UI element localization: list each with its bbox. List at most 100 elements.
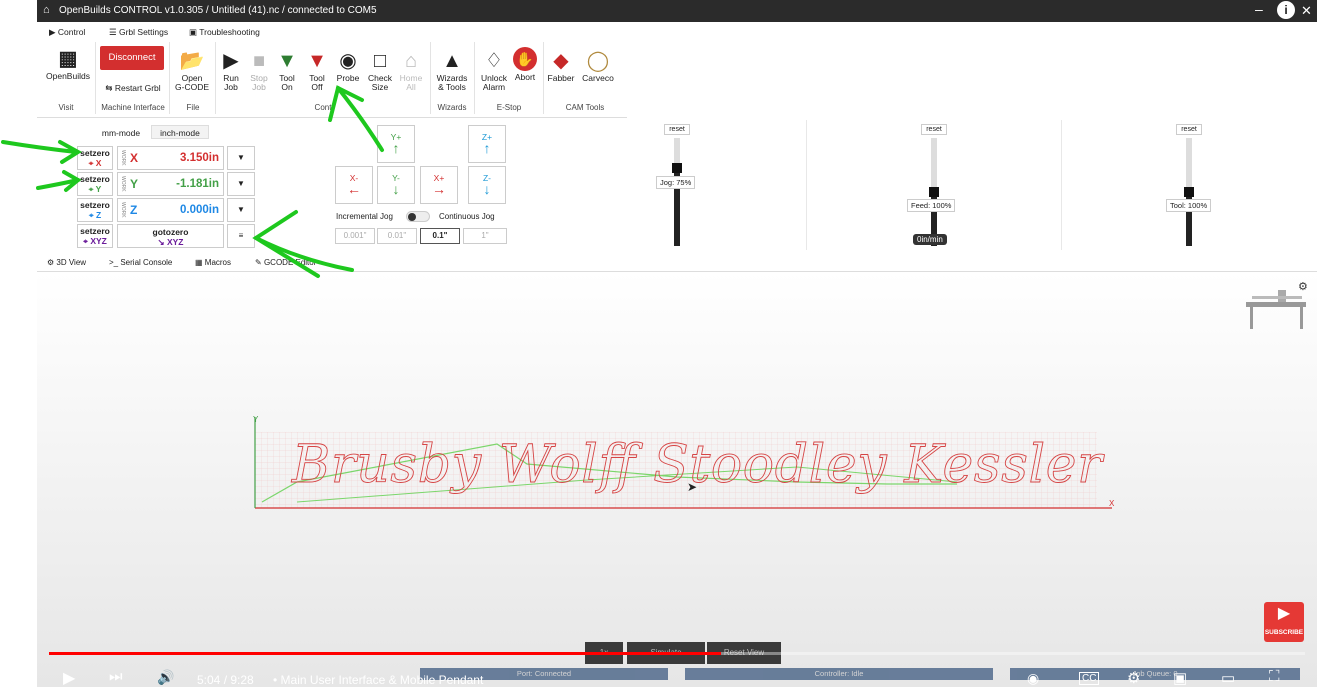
volume-icon[interactable]: 🔊: [157, 669, 174, 686]
theater-mode-button[interactable]: ▭: [1221, 669, 1235, 687]
subscribe-button[interactable]: ▶ SUBSCRIBE: [1264, 602, 1304, 642]
tool-reset-button[interactable]: reset: [1176, 124, 1202, 135]
feed-reset-button[interactable]: reset: [921, 124, 947, 135]
run-job-button[interactable]: ▶ Run Job: [219, 50, 243, 92]
inch-mode-tab[interactable]: inch-mode: [151, 125, 209, 139]
stop-hand-icon: ✋: [513, 47, 537, 71]
arrow-left-icon: ←: [347, 181, 361, 197]
tab-3d-view[interactable]: ⚙ 3D View: [47, 258, 86, 267]
view-tabs: ⚙ 3D View >_ Serial Console ▦ Macros ✎ G…: [37, 255, 1317, 272]
tool-off-button[interactable]: ▼ Tool Off: [305, 50, 329, 92]
play-triangle-icon: ▶: [1277, 605, 1291, 622]
feed-slider-thumb[interactable]: [929, 187, 939, 197]
wizards-tools-button[interactable]: ▲ Wizards & Tools: [434, 50, 470, 92]
setzero-y-label: setzero: [80, 174, 110, 184]
z-dropdown-button[interactable]: ▼: [227, 198, 255, 222]
axis-x-value: 3.150in: [180, 152, 219, 164]
tab-control-label: Control: [57, 27, 86, 37]
y-dropdown-button[interactable]: ▼: [227, 172, 255, 196]
setzero-z-label: setzero: [80, 200, 110, 210]
settings-gear-icon[interactable]: ⚙: [1127, 669, 1140, 687]
layers-button[interactable]: ≡: [227, 224, 255, 248]
toggle-knob: [408, 213, 416, 221]
main-tabs: ▶ Control ☰ Grbl Settings ▣ Troubleshoot…: [37, 24, 1317, 42]
disconnect-button[interactable]: Disconnect: [100, 46, 164, 70]
openbuilds-button[interactable]: ▦ OpenBuilds: [45, 48, 91, 81]
tool-slider-thumb[interactable]: [1184, 187, 1194, 197]
openbuilds-label: OpenBuilds: [46, 71, 90, 81]
step-0001-button[interactable]: 0.001": [335, 228, 375, 244]
restart-grbl-button[interactable]: ⇆ Restart Grbl: [101, 84, 165, 93]
jog-z-plus-button[interactable]: Z+ ↑: [468, 125, 506, 163]
svg-text:⚙: ⚙: [1298, 281, 1308, 293]
dro-x-row: WORK X 3.150in: [117, 146, 224, 170]
fullscreen-button[interactable]: ⛶: [1269, 668, 1280, 685]
setzero-xyz-button[interactable]: setzero ⌖ XYZ: [77, 224, 113, 248]
carveco-button[interactable]: ◯ Carveco: [581, 50, 615, 83]
carveco-label: Carveco: [582, 73, 614, 83]
jog-slider-thumb[interactable]: [672, 163, 682, 173]
tool-on-button[interactable]: ▼ Tool On: [275, 50, 299, 92]
jog-y-minus-button[interactable]: Y- ↓: [377, 166, 415, 204]
setzero-y-button[interactable]: setzero ⌖ Y: [77, 172, 113, 196]
3d-viewport[interactable]: ⚙ Y X Brusby Wolff Stoodley Kessler ➤ ▶ …: [37, 272, 1317, 687]
gotozero-label: gotozero: [152, 227, 189, 237]
check-size-button[interactable]: □ Check Size: [365, 50, 395, 92]
jog-x-minus-button[interactable]: X- ←: [335, 166, 373, 204]
tab-troubleshooting[interactable]: ▣ Troubleshooting: [189, 27, 260, 38]
tab-gcode-editor[interactable]: ✎ GCODE Editor: [255, 258, 316, 267]
probe-button[interactable]: ◉ Probe: [335, 50, 361, 83]
stop-job-button[interactable]: ■ Stop Job: [247, 50, 271, 92]
ribbon-toolbar: ▦ OpenBuilds Disconnect ⇆ Restart Grbl 📂…: [37, 42, 627, 118]
x-dropdown-button[interactable]: ▼: [227, 146, 255, 170]
jog-reset-button[interactable]: reset: [664, 124, 690, 135]
tab-trouble-label: Troubleshooting: [199, 27, 260, 37]
jog-z-minus-button[interactable]: Z- ↓: [468, 166, 506, 204]
unlock-label-2: Alarm: [482, 82, 506, 92]
wizards-label-2: & Tools: [438, 82, 466, 92]
abort-button[interactable]: ✋ Abort: [511, 47, 539, 82]
y-axis-label: Y: [253, 415, 259, 424]
tab-serial-console[interactable]: >_ Serial Console: [109, 258, 172, 267]
home-all-button[interactable]: ⌂ Home All: [397, 50, 425, 92]
tooloff-label-2: Off: [311, 82, 323, 92]
autoplay-toggle[interactable]: ◉: [1027, 670, 1039, 687]
feed-override-slider[interactable]: [929, 138, 939, 246]
group-file: File: [186, 103, 200, 112]
open-gcode-button[interactable]: 📂 Open G-CODE: [173, 50, 211, 92]
unlock-alarm-button[interactable]: ♢ Unlock Alarm: [478, 50, 510, 92]
layers-icon: ≡: [238, 231, 244, 240]
square-icon: □: [373, 50, 387, 72]
setzero-z-button[interactable]: setzero ⌖ Z: [77, 198, 113, 222]
run-label-2: Job: [224, 82, 238, 92]
tab-serial-label: Serial Console: [120, 258, 173, 267]
step-1-button[interactable]: 1": [463, 228, 507, 244]
work-label-y: WORK: [120, 176, 126, 192]
close-button[interactable]: ✕: [1301, 3, 1312, 19]
window-title: OpenBuilds CONTROL v1.0.305 / Untitled (…: [59, 5, 377, 16]
gotozero-button[interactable]: gotozero ↘ XYZ: [117, 224, 224, 248]
miniplayer-button[interactable]: ▣: [1173, 669, 1187, 687]
continuous-jog-label: Continuous Jog: [439, 212, 495, 221]
mm-mode-tab[interactable]: mm-mode: [93, 125, 149, 139]
fabber-button[interactable]: ◆ Fabber: [547, 50, 575, 83]
video-chapter[interactable]: • Main User Interface & Mobile Pendant: [273, 673, 483, 687]
next-button[interactable]: ⏭: [109, 668, 123, 685]
tab-control[interactable]: ▶ Control: [49, 27, 85, 38]
jog-x-plus-button[interactable]: X+ →: [420, 166, 458, 204]
info-icon[interactable]: i: [1277, 1, 1295, 19]
jog-y-plus-button[interactable]: Y+ ↑: [377, 125, 415, 163]
arrow-up-icon: ↑: [392, 140, 400, 156]
work-label-x: WORK: [120, 150, 126, 166]
jog-mode-toggle[interactable]: [406, 211, 430, 222]
step-001-button[interactable]: 0.01": [377, 228, 417, 244]
minimize-button[interactable]: –: [1255, 1, 1263, 17]
tab-macros[interactable]: ▦ Macros: [195, 258, 231, 267]
setzero-x-button[interactable]: setzero ⌖ X: [77, 146, 113, 170]
tab-grbl-settings[interactable]: ☰ Grbl Settings: [109, 27, 168, 38]
jog-override-slider[interactable]: [672, 138, 682, 246]
tool-override-slider[interactable]: [1184, 138, 1194, 246]
step-01-button[interactable]: 0.1": [420, 228, 460, 244]
captions-button[interactable]: CC: [1079, 672, 1100, 685]
play-button[interactable]: ▶: [63, 668, 75, 688]
